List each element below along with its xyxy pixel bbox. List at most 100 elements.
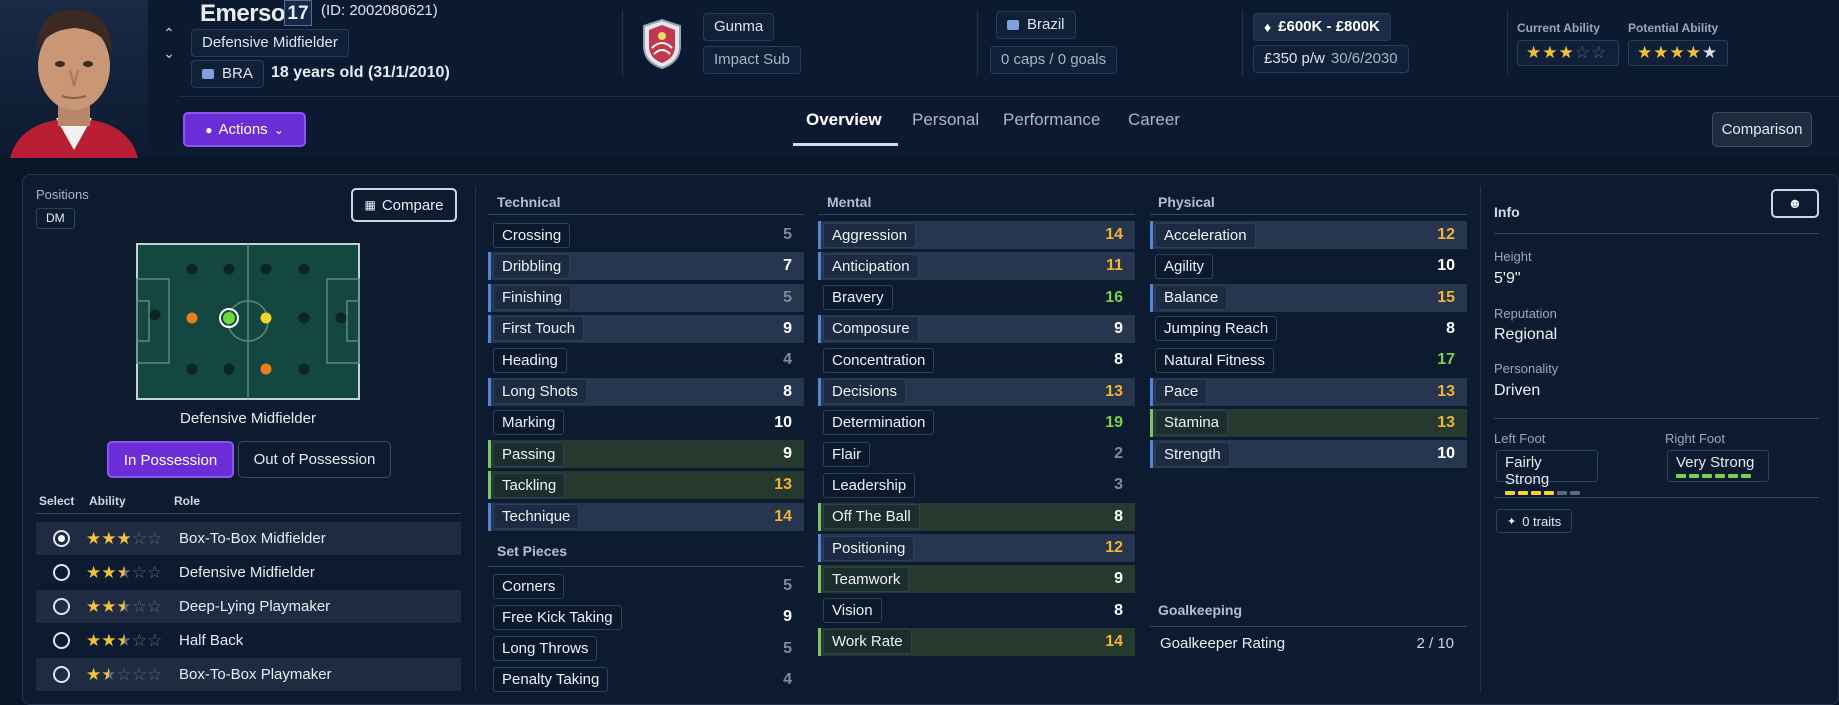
next-player-arrow-icon[interactable]: ⌄ [160, 44, 178, 62]
attribute-name: Aggression [823, 222, 917, 248]
club-name-chip[interactable]: Gunma [703, 13, 775, 41]
attribute-row[interactable]: Leadership 3 [818, 471, 1135, 499]
role-radio[interactable] [53, 598, 70, 615]
role-row[interactable]: ★★★☆☆ Box-To-Box Midfielder [36, 522, 461, 555]
actions-button[interactable]: ● Actions ⌄ [183, 112, 306, 147]
height-label: Height [1494, 249, 1532, 264]
attribute-row[interactable]: Technique 14 [488, 502, 804, 531]
attribute-name: Dribbling [493, 253, 571, 279]
role-name: Defensive Midfielder [179, 564, 315, 581]
attribute-name: Anticipation [823, 253, 919, 279]
attribute-row[interactable]: Acceleration 12 [1150, 221, 1467, 249]
tab-personal[interactable]: Personal [912, 110, 979, 130]
player-profile-icon[interactable]: ☻ [1771, 189, 1819, 218]
current-ability-label: Current Ability [1517, 21, 1600, 35]
attribute-row[interactable]: Crossing 5 [488, 221, 804, 249]
attribute-name: Strength [1155, 441, 1230, 467]
attribute-row[interactable]: Heading 4 [488, 346, 804, 374]
role-row[interactable]: ★★★☆☆ Half Back [36, 624, 461, 657]
attribute-row[interactable]: Stamina 13 [1150, 408, 1467, 437]
attribute-row[interactable]: First Touch 9 [488, 314, 804, 343]
attribute-row[interactable]: Flair 2 [818, 440, 1135, 468]
role-ability-stars: ★★★☆☆ [86, 596, 163, 616]
attribute-row[interactable]: Vision 8 [818, 597, 1135, 625]
attribute-row[interactable]: Long Shots 8 [488, 377, 804, 406]
role-name: Deep-Lying Playmaker [179, 598, 331, 615]
role-radio[interactable] [53, 564, 70, 581]
attribute-row[interactable]: Pace 13 [1150, 377, 1467, 406]
attribute-row[interactable]: Marking 10 [488, 409, 804, 437]
role-row[interactable]: ★★☆☆☆ Box-To-Box Playmaker [36, 658, 461, 691]
reputation-value: Regional [1494, 326, 1558, 343]
set-pieces-title: Set Pieces [497, 543, 568, 559]
attribute-value: 2 [1114, 445, 1123, 463]
comparison-button[interactable]: Comparison [1712, 112, 1812, 147]
attribute-name: Marking [493, 410, 565, 436]
attribute-value: 14 [1105, 632, 1123, 650]
attribute-row[interactable]: Concentration 8 [818, 346, 1135, 374]
sparkle-icon: ✦ [1507, 515, 1517, 528]
role-radio[interactable] [53, 530, 70, 547]
attribute-value: 12 [1105, 539, 1123, 556]
tab-career[interactable]: Career [1128, 110, 1180, 130]
attribute-row[interactable]: Decisions 13 [818, 377, 1135, 406]
attribute-row[interactable]: Corners 5 [488, 572, 804, 600]
tab-performance[interactable]: Performance [1003, 110, 1100, 130]
attribute-row[interactable]: Jumping Reach 8 [1150, 315, 1467, 343]
divider [622, 10, 623, 76]
attribute-row[interactable]: Dribbling 7 [488, 252, 804, 281]
divider [1150, 214, 1467, 215]
player-portrait [0, 0, 148, 158]
divider [1242, 10, 1243, 76]
attribute-name: Technique [493, 504, 580, 530]
attribute-row[interactable]: Free Kick Taking 9 [488, 603, 804, 631]
role-radio[interactable] [53, 632, 70, 649]
attribute-value: 10 [774, 413, 792, 431]
role-radio[interactable] [53, 666, 70, 683]
role-row[interactable]: ★★★☆☆ Defensive Midfielder [36, 556, 461, 589]
club-crest-icon[interactable] [636, 16, 688, 70]
attribute-row[interactable]: Determination 19 [818, 409, 1135, 437]
attribute-row[interactable]: Composure 9 [818, 314, 1135, 343]
role-row[interactable]: ★★★☆☆ Deep-Lying Playmaker [36, 590, 461, 623]
traits-count: 0 traits [1522, 513, 1562, 529]
attribute-row[interactable]: Natural Fitness 17 [1150, 346, 1467, 374]
tab-overview[interactable]: Overview [806, 110, 882, 130]
divider [1480, 186, 1481, 691]
attribute-row[interactable]: Off The Ball 8 [818, 502, 1135, 531]
attribute-row[interactable]: Passing 9 [488, 440, 804, 469]
attribute-value: 8 [1114, 601, 1123, 619]
attribute-row[interactable]: Work Rate 14 [818, 627, 1135, 656]
strength-bar-segment [1531, 491, 1541, 495]
in-possession-toggle[interactable]: In Possession [107, 441, 234, 478]
attribute-row[interactable]: Long Throws 5 [488, 635, 804, 663]
attribute-row[interactable]: Balance 15 [1150, 283, 1467, 312]
attribute-name: Tackling [493, 472, 566, 498]
attribute-row[interactable]: Aggression 14 [818, 221, 1135, 249]
attribute-row[interactable]: Penalty Taking 4 [488, 666, 804, 694]
attribute-row[interactable]: Tackling 13 [488, 471, 804, 500]
attribute-name: Long Shots [493, 379, 587, 404]
previous-player-arrow-icon[interactable]: ⌃ [160, 24, 178, 42]
role-ability-stars: ★★★☆☆ [86, 528, 163, 548]
flag-icon [202, 69, 214, 79]
attribute-row[interactable]: Finishing 5 [488, 283, 804, 312]
pitch-diagram[interactable] [136, 243, 360, 400]
attribute-value: 8 [1446, 319, 1455, 337]
divider [178, 96, 1839, 97]
compare-button[interactable]: ▦ Compare [351, 188, 457, 222]
transfer-value-chip: ♦ £600K - £800K [1253, 13, 1391, 41]
attribute-row[interactable]: Agility 10 [1150, 252, 1467, 280]
height-value: 5'9" [1494, 270, 1521, 287]
attribute-row[interactable]: Teamwork 9 [818, 565, 1135, 594]
attribute-row[interactable]: Positioning 12 [818, 534, 1135, 562]
attribute-row[interactable]: Strength 10 [1150, 440, 1467, 469]
international-country-chip[interactable]: Brazil [996, 11, 1076, 39]
attribute-row[interactable]: Bravery 16 [818, 284, 1135, 312]
out-of-possession-toggle[interactable]: Out of Possession [238, 441, 391, 478]
divider [818, 214, 1135, 215]
right-foot-value: Very Strong [1676, 454, 1755, 471]
attribute-row[interactable]: Anticipation 11 [818, 252, 1135, 281]
strength-bar-segment [1518, 491, 1528, 495]
traits-chip[interactable]: ✦ 0 traits [1496, 509, 1573, 533]
